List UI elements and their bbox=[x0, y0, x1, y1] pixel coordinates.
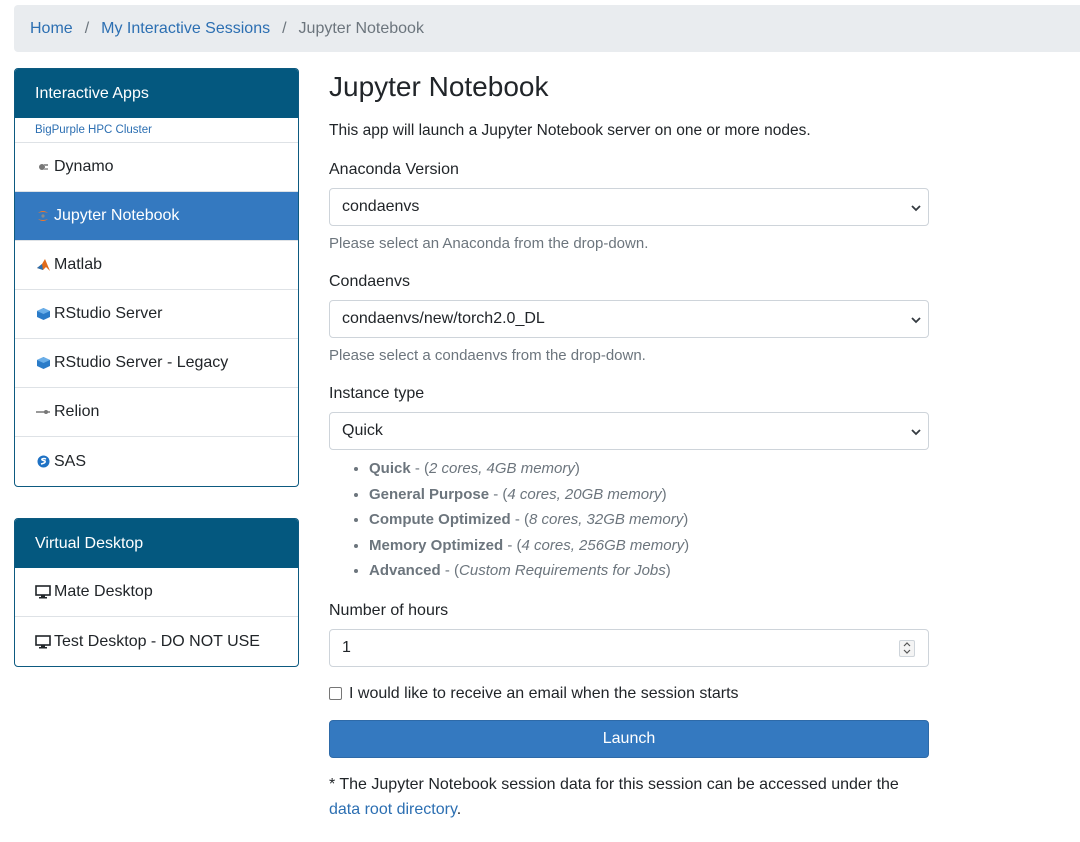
sidebar-item-label: Jupyter Notebook bbox=[54, 207, 180, 224]
sidebar-item-mate-desktop[interactable]: Mate Desktop bbox=[15, 568, 298, 617]
session-form: Jupyter Notebook This app will launch a … bbox=[329, 60, 929, 822]
app-description: This app will launch a Jupyter Notebook … bbox=[329, 122, 811, 139]
sidebar-item-label: Mate Desktop bbox=[54, 583, 153, 600]
sidebar-item-test-desktop[interactable]: Test Desktop - DO NOT USE bbox=[15, 617, 298, 666]
anaconda-version-help: Please select an Anaconda from the drop-… bbox=[329, 235, 649, 252]
instance-type-list: Quick - (2 cores, 4GB memory) General Pu… bbox=[329, 456, 929, 584]
sidebar-item-label: Relion bbox=[54, 403, 100, 420]
list-item: Quick - (2 cores, 4GB memory) bbox=[369, 456, 929, 482]
note-suffix: . bbox=[456, 800, 462, 818]
virtual-desktop-header: Virtual Desktop bbox=[15, 519, 298, 568]
list-item: General Purpose - (4 cores, 20GB memory) bbox=[369, 482, 929, 508]
list-item: Memory Optimized - (4 cores, 256GB memor… bbox=[369, 533, 929, 559]
chevron-down-icon bbox=[910, 313, 922, 331]
sidebar-item-rstudio-server-legacy[interactable]: RStudio Server - Legacy bbox=[15, 339, 298, 388]
sidebar-item-label: RStudio Server bbox=[54, 305, 163, 322]
list-item: Advanced - (Custom Requirements for Jobs… bbox=[369, 558, 929, 584]
sidebar-item-rstudio-server[interactable]: RStudio Server bbox=[15, 290, 298, 339]
email-checkbox[interactable] bbox=[329, 687, 342, 701]
breadcrumb-home-link[interactable]: Home bbox=[30, 20, 73, 38]
hours-label: Number of hours bbox=[329, 601, 449, 619]
sidebar-item-label: Matlab bbox=[54, 256, 103, 273]
condaenvs-select[interactable]: condaenvs/new/torch2.0_DL bbox=[329, 300, 929, 338]
anaconda-version-value: condaenvs bbox=[342, 198, 420, 215]
monitor-icon bbox=[35, 634, 51, 650]
dynamo-icon bbox=[35, 159, 51, 175]
breadcrumb-current: Jupyter Notebook bbox=[298, 19, 424, 37]
rstudio-icon bbox=[35, 355, 51, 371]
breadcrumb-sessions-link[interactable]: My Interactive Sessions bbox=[101, 20, 270, 38]
anaconda-version-label: Anaconda Version bbox=[329, 161, 459, 178]
email-checkbox-label: I would like to receive an email when th… bbox=[349, 684, 739, 702]
sidebar-item-dynamo[interactable]: Dynamo bbox=[15, 143, 298, 192]
breadcrumb: Home / My Interactive Sessions / Jupyter… bbox=[14, 5, 1080, 52]
cluster-label: BigPurple HPC Cluster bbox=[15, 118, 298, 143]
jupyter-icon bbox=[35, 208, 51, 224]
note-text: * The Jupyter Notebook session data for … bbox=[329, 775, 899, 793]
interactive-apps-header: Interactive Apps bbox=[15, 69, 298, 118]
relion-icon bbox=[35, 404, 51, 420]
sidebar-item-label: RStudio Server - Legacy bbox=[54, 354, 229, 371]
hours-value: 1 bbox=[342, 638, 351, 656]
sas-icon bbox=[35, 454, 51, 470]
breadcrumb-separator: / bbox=[84, 19, 90, 37]
rstudio-icon bbox=[35, 306, 51, 322]
email-option: I would like to receive an email when th… bbox=[329, 685, 929, 703]
interactive-apps-panel: Interactive Apps BigPurple HPC Cluster D… bbox=[14, 68, 299, 487]
sidebar-item-jupyter-notebook[interactable]: Jupyter Notebook bbox=[15, 192, 298, 241]
data-root-note: * The Jupyter Notebook session data for … bbox=[329, 772, 929, 822]
matlab-icon bbox=[35, 257, 51, 273]
instance-type-value: Quick bbox=[342, 422, 383, 439]
anaconda-version-select[interactable]: condaenvs bbox=[329, 188, 929, 226]
sidebar-item-matlab[interactable]: Matlab bbox=[15, 241, 298, 290]
chevron-down-icon bbox=[910, 201, 922, 219]
virtual-desktop-panel: Virtual Desktop Mate Desktop Test Deskto… bbox=[14, 518, 299, 667]
instance-type-label: Instance type bbox=[329, 385, 425, 402]
sidebar-item-label: Dynamo bbox=[54, 158, 114, 175]
breadcrumb-separator: / bbox=[282, 19, 287, 37]
condaenvs-value: condaenvs/new/torch2.0_DL bbox=[342, 310, 545, 327]
instance-type-select[interactable]: Quick bbox=[329, 412, 929, 450]
condaenvs-label: Condaenvs bbox=[329, 273, 410, 290]
sidebar-item-label: Test Desktop - DO NOT USE bbox=[54, 632, 260, 650]
monitor-icon bbox=[35, 584, 51, 600]
hours-input[interactable]: 1 bbox=[329, 628, 929, 667]
launch-button[interactable]: Launch bbox=[329, 719, 929, 758]
page-title: Jupyter Notebook bbox=[329, 71, 549, 102]
sidebar-item-sas[interactable]: SAS bbox=[15, 437, 298, 486]
sidebar-item-relion[interactable]: Relion bbox=[15, 388, 298, 437]
list-item: Compute Optimized - (8 cores, 32GB memor… bbox=[369, 507, 929, 533]
number-stepper[interactable] bbox=[899, 639, 915, 657]
data-root-directory-link[interactable]: data root directory bbox=[329, 801, 457, 818]
sidebar-item-label: SAS bbox=[54, 452, 87, 470]
condaenvs-help: Please select a condaenvs from the drop-… bbox=[329, 347, 646, 364]
chevron-down-icon bbox=[910, 425, 922, 443]
